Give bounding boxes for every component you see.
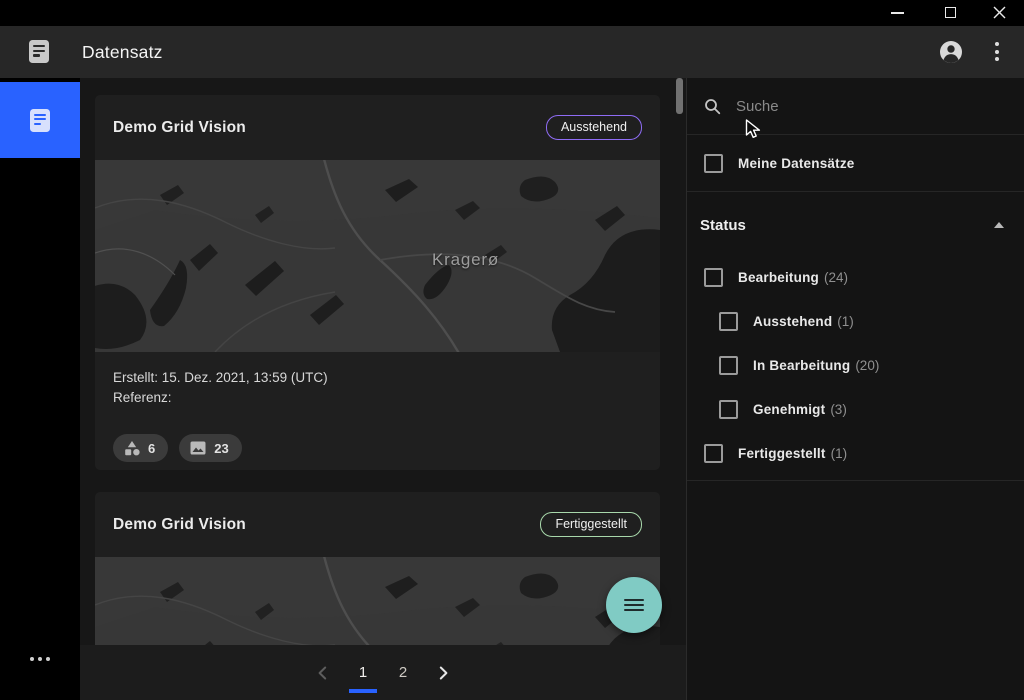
map-preview: Kragerø <box>95 160 660 352</box>
status-section-title: Status <box>700 216 746 234</box>
chevron-right-icon[interactable] <box>428 658 458 688</box>
my-datasets-checkbox[interactable] <box>704 153 723 173</box>
map-place-label: Kragerø <box>432 250 500 269</box>
status-section-header[interactable]: Status <box>687 195 1024 255</box>
close-icon[interactable] <box>992 5 1007 20</box>
images-count-chip: 23 <box>179 434 242 462</box>
page-title: Datensatz <box>82 42 163 62</box>
option-count: (24) <box>823 269 848 285</box>
status-options: Bearbeitung (24) Ausstehend (1) In Bearb… <box>687 255 1024 481</box>
filter-option-in-bearbeitung[interactable]: In Bearbeitung (20) <box>687 343 1024 387</box>
images-count: 23 <box>214 440 229 456</box>
window-titlebar <box>0 0 1024 26</box>
image-icon <box>190 441 206 455</box>
checkbox[interactable] <box>704 443 723 463</box>
fab-menu-button[interactable] <box>606 577 662 633</box>
dataset-title: Demo Grid Vision <box>113 515 246 533</box>
nav-list-icon[interactable] <box>29 40 49 63</box>
reference-label: Referenz: <box>113 390 172 405</box>
mouse-cursor <box>745 119 761 138</box>
search-input[interactable] <box>734 96 978 116</box>
search-field[interactable] <box>687 78 1024 135</box>
collapse-icon <box>994 222 1004 228</box>
account-icon[interactable] <box>938 39 964 65</box>
checkbox[interactable] <box>719 355 738 375</box>
option-count: (20) <box>855 357 880 373</box>
dataset-title: Demo Grid Vision <box>113 118 246 136</box>
more-vert-icon[interactable] <box>995 42 999 61</box>
pagination: 1 2 <box>80 645 686 700</box>
active-page-underline <box>349 688 377 693</box>
dataset-card-1[interactable]: Demo Grid Vision Ausstehend Kragerø Erst… <box>95 95 660 470</box>
created-date: Erstellt: 15. Dez. 2021, 13:59 (UTC) <box>113 370 328 385</box>
labels-count: 6 <box>148 440 156 456</box>
my-datasets-label: Meine Datensätze <box>738 155 855 171</box>
page-button-1[interactable]: 1 <box>348 653 378 693</box>
minimize-icon[interactable] <box>891 12 904 14</box>
category-icon <box>125 440 140 455</box>
option-count: (3) <box>830 401 847 417</box>
datasets-list-icon <box>30 108 50 132</box>
sidebar <box>0 78 80 700</box>
search-icon <box>705 98 721 114</box>
status-badge: Fertiggestellt <box>540 512 642 537</box>
checkbox[interactable] <box>704 267 723 287</box>
filter-panel: Meine Datensätze Status Bearbeitung (24)… <box>686 78 1024 700</box>
scrollbar-thumb[interactable] <box>676 78 683 114</box>
my-datasets-filter[interactable]: Meine Datensätze <box>687 135 1024 192</box>
filter-option-fertiggestellt[interactable]: Fertiggestellt (1) <box>687 431 1024 475</box>
app-bar: Datensatz <box>0 26 1024 78</box>
more-horiz-icon[interactable] <box>30 657 50 661</box>
checkbox[interactable] <box>719 399 738 419</box>
chevron-left-icon[interactable] <box>308 658 338 688</box>
filter-option-ausstehend[interactable]: Ausstehend (1) <box>687 299 1024 343</box>
labels-count-chip: 6 <box>113 434 169 462</box>
filter-option-genehmigt[interactable]: Genehmigt (3) <box>687 387 1024 431</box>
page-button-2[interactable]: 2 <box>388 653 418 693</box>
filter-option-bearbeitung[interactable]: Bearbeitung (24) <box>687 255 1024 299</box>
dataset-list: Demo Grid Vision Ausstehend Kragerø Erst… <box>80 78 686 700</box>
option-count: (1) <box>830 445 848 461</box>
checkbox[interactable] <box>719 311 738 331</box>
sidebar-item-datasets[interactable] <box>0 82 80 158</box>
option-count: (1) <box>837 313 854 329</box>
status-badge: Ausstehend <box>545 115 642 140</box>
maximize-icon[interactable] <box>945 7 956 18</box>
